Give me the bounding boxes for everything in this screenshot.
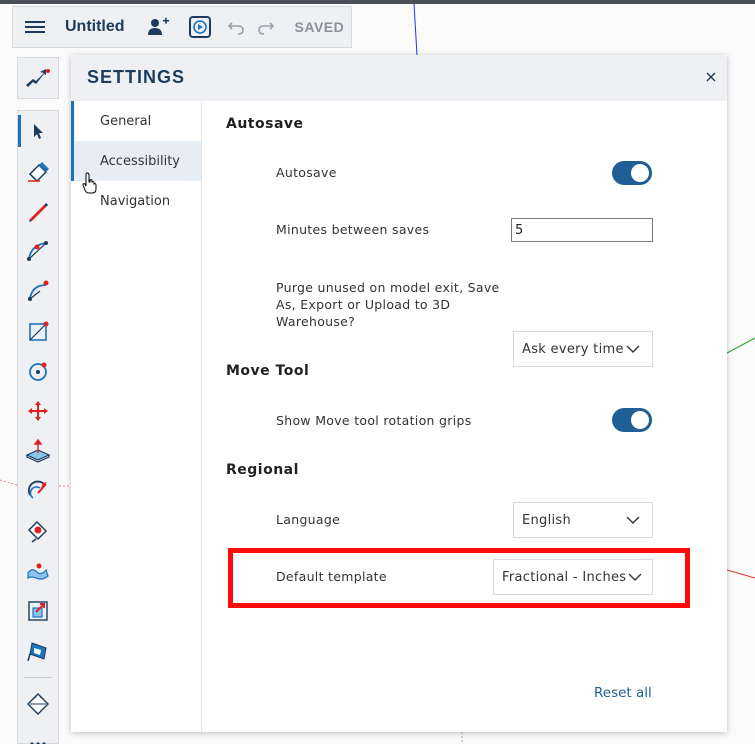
sketchup-logo-icon bbox=[26, 69, 50, 87]
purge-select[interactable]: Ask every time bbox=[513, 331, 653, 367]
chevron-down-icon bbox=[626, 516, 640, 524]
select-arrow-icon bbox=[34, 124, 43, 139]
section-title-regional: Regional bbox=[226, 462, 299, 478]
window-top-rule bbox=[0, 0, 755, 4]
purge-select-value: Ask every time bbox=[522, 341, 624, 357]
purge-label: Purge unused on model exit, Save As, Exp… bbox=[276, 280, 500, 329]
minutes-input[interactable] bbox=[511, 218, 653, 242]
hand-cursor-icon bbox=[82, 172, 98, 198]
rectangle-tool[interactable] bbox=[18, 311, 58, 351]
sketchup-logo[interactable] bbox=[17, 57, 59, 99]
reset-all-link[interactable]: Reset all bbox=[594, 685, 652, 701]
pencil-tool[interactable] bbox=[18, 191, 58, 231]
rectangle-icon bbox=[29, 321, 49, 341]
template-select-value: Fractional - Inches bbox=[502, 569, 627, 585]
push-pull-tool[interactable] bbox=[18, 431, 58, 471]
undo-icon[interactable] bbox=[227, 19, 245, 35]
nav-item-general[interactable]: General bbox=[71, 101, 201, 141]
toggle-knob bbox=[631, 164, 649, 182]
template-label: Default template bbox=[276, 569, 387, 584]
settings-title: SETTINGS bbox=[87, 67, 186, 87]
eraser-icon bbox=[28, 162, 49, 183]
two-point-arc-tool[interactable] bbox=[18, 271, 58, 311]
settings-header: SETTINGS bbox=[71, 55, 727, 101]
arc-icon bbox=[27, 241, 48, 261]
pencil-icon bbox=[29, 203, 48, 222]
template-select[interactable]: Fractional - Inches bbox=[493, 559, 653, 595]
nav-item-label: General bbox=[100, 113, 152, 129]
top-toolbar: Untitled SAVED bbox=[12, 6, 352, 48]
chevron-down-icon bbox=[628, 573, 642, 581]
section-title-autosave: Autosave bbox=[226, 116, 304, 132]
nav-item-label: Navigation bbox=[100, 193, 171, 209]
hamburger-menu-icon[interactable] bbox=[25, 19, 45, 35]
document-title[interactable]: Untitled bbox=[65, 18, 125, 36]
rotate-icon bbox=[27, 480, 47, 499]
offset-tool[interactable] bbox=[18, 591, 58, 631]
move-grips-toggle[interactable] bbox=[612, 408, 652, 432]
paint-bucket-icon bbox=[27, 520, 48, 543]
select-tool[interactable] bbox=[18, 111, 58, 151]
tape-measure-icon bbox=[27, 642, 47, 662]
move-tool[interactable] bbox=[18, 391, 58, 431]
two-point-arc-icon bbox=[28, 280, 49, 301]
chevron-down-icon bbox=[626, 345, 640, 353]
toggle-knob bbox=[631, 411, 649, 429]
settings-dialog: SETTINGS General Accessibility Navigatio… bbox=[71, 55, 727, 732]
minutes-label: Minutes between saves bbox=[276, 222, 430, 237]
section-title-move-tool: Move Tool bbox=[226, 363, 310, 379]
tape-measure-tool[interactable] bbox=[18, 631, 58, 671]
move-arrows-icon bbox=[28, 401, 48, 421]
present-icon[interactable] bbox=[188, 16, 211, 38]
tool-strip bbox=[17, 110, 59, 744]
eraser-tool[interactable] bbox=[18, 151, 58, 191]
follow-me-icon bbox=[27, 563, 49, 580]
autosave-label: Autosave bbox=[276, 165, 337, 180]
autosave-toggle[interactable] bbox=[612, 161, 652, 185]
follow-me-tool[interactable] bbox=[18, 551, 58, 591]
language-select[interactable]: English bbox=[513, 502, 653, 538]
circle-tool[interactable] bbox=[18, 351, 58, 391]
more-tools[interactable] bbox=[18, 724, 58, 744]
add-user-icon[interactable] bbox=[147, 17, 169, 37]
circle-icon bbox=[29, 362, 47, 381]
paint-bucket-tool[interactable] bbox=[18, 511, 58, 551]
settings-content: Autosave Autosave Minutes between saves … bbox=[203, 101, 727, 732]
offset-icon bbox=[28, 601, 48, 621]
more-dots-icon bbox=[30, 742, 46, 744]
tool-separator bbox=[24, 677, 52, 678]
section-plane-icon bbox=[27, 693, 49, 715]
close-button[interactable] bbox=[701, 67, 721, 87]
push-pull-icon bbox=[25, 439, 51, 463]
close-icon bbox=[706, 72, 716, 82]
save-status: SAVED bbox=[294, 19, 345, 35]
language-label: Language bbox=[276, 512, 341, 527]
rotate-tool[interactable] bbox=[18, 471, 58, 511]
nav-item-label: Accessibility bbox=[100, 153, 180, 169]
move-grips-label: Show Move tool rotation grips bbox=[276, 413, 472, 428]
arc-tool[interactable] bbox=[18, 231, 58, 271]
language-select-value: English bbox=[522, 512, 572, 528]
redo-icon[interactable] bbox=[257, 19, 275, 35]
section-plane-tool[interactable] bbox=[18, 684, 58, 724]
